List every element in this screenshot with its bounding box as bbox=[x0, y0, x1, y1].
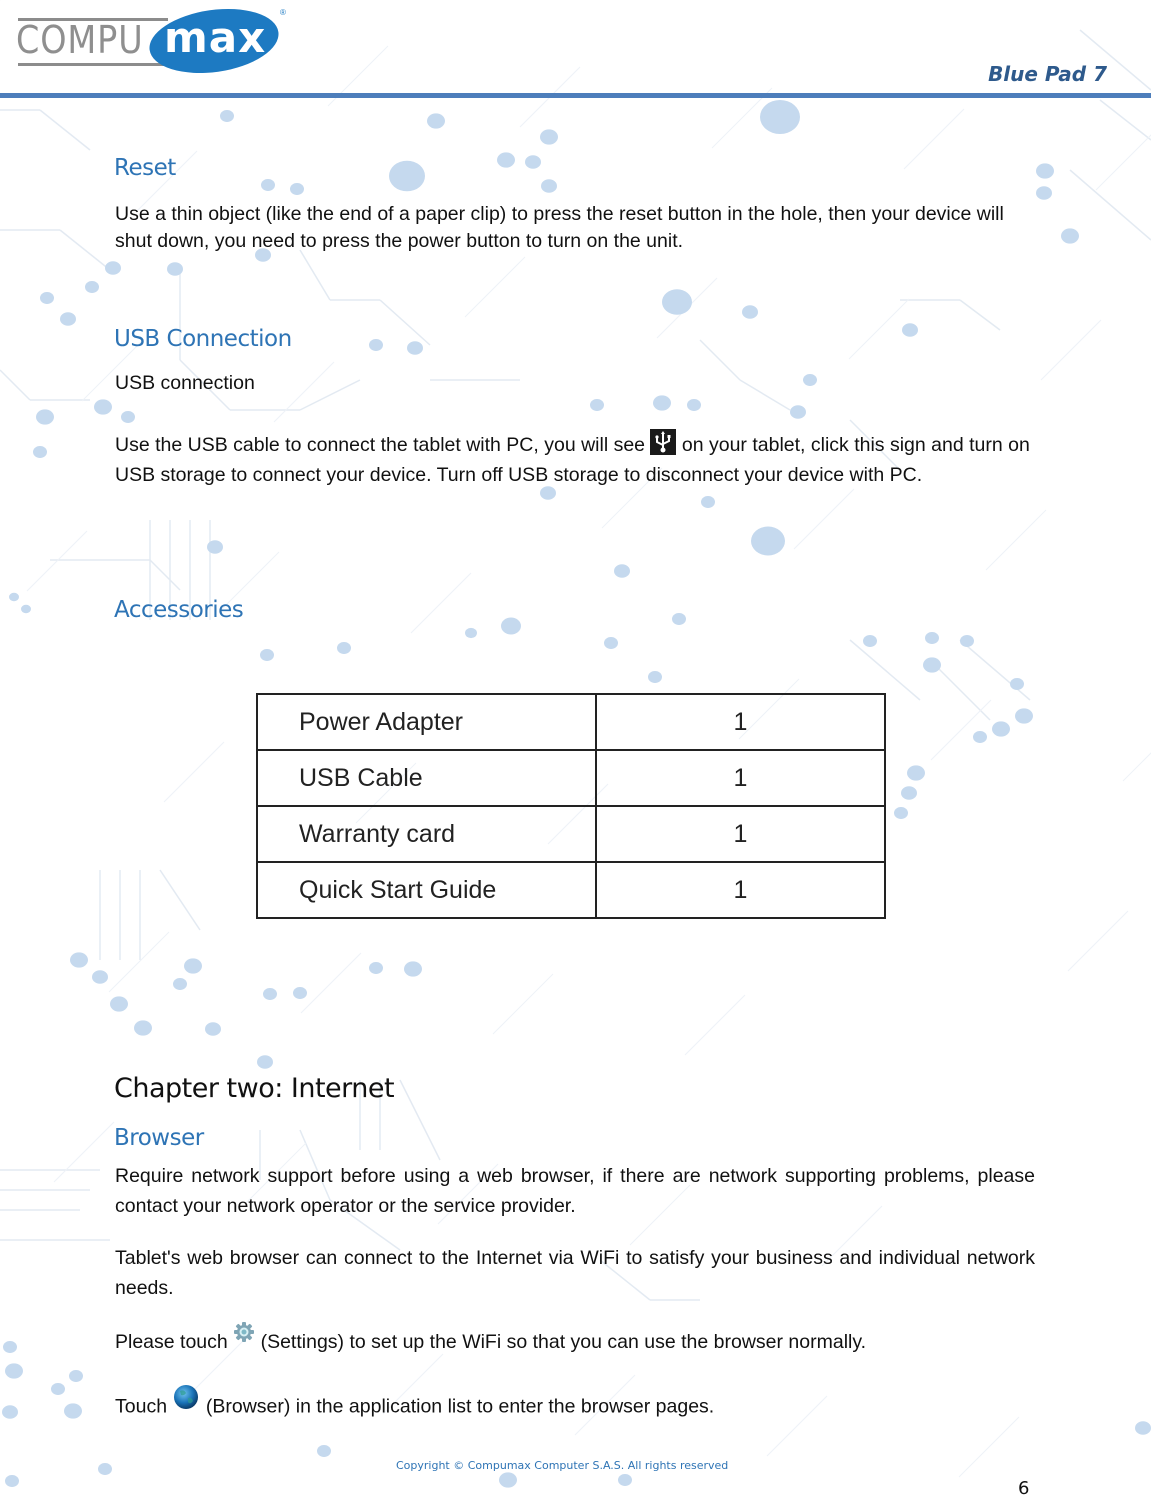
logo-text-compu: COMPU bbox=[16, 18, 144, 62]
usb-body-text-1: Use the USB cable to connect the tablet … bbox=[115, 434, 651, 456]
browser-globe-icon bbox=[172, 1383, 200, 1420]
accessory-qty: 1 bbox=[595, 693, 886, 751]
usb-connection-subheading: USB connection bbox=[115, 372, 255, 394]
header-rule bbox=[0, 93, 1151, 98]
table-row: Quick Start Guide 1 bbox=[256, 861, 886, 919]
accessories-table: Power Adapter 1 USB Cable 1 Warranty car… bbox=[256, 693, 886, 919]
usb-connection-body: Use the USB cable to connect the tablet … bbox=[115, 428, 1035, 490]
accessory-name: USB Cable bbox=[256, 749, 597, 807]
browser-text-1: Touch bbox=[115, 1395, 173, 1418]
accessory-qty: 1 bbox=[595, 749, 886, 807]
browser-para-1: Require network support before using a w… bbox=[115, 1165, 1035, 1217]
reset-heading: Reset bbox=[114, 155, 176, 181]
browser-text-2: (Browser) in the application list to ent… bbox=[200, 1395, 715, 1418]
accessory-name: Warranty card bbox=[256, 805, 597, 863]
settings-gear-icon bbox=[233, 1321, 255, 1352]
logo-registered-mark: ® bbox=[280, 8, 286, 17]
compumax-logo: COMPU max ® bbox=[14, 1, 286, 81]
document-title: Blue Pad 7 bbox=[988, 62, 1107, 86]
accessory-name: Quick Start Guide bbox=[256, 861, 597, 919]
browser-para-2: Tablet's web browser can connect to the … bbox=[115, 1247, 1035, 1299]
logo-text-max: max bbox=[164, 13, 267, 62]
usb-connection-heading: USB Connection bbox=[114, 326, 292, 352]
reset-body: Use a thin object (like the end of a pap… bbox=[115, 203, 1004, 252]
accessory-qty: 1 bbox=[595, 861, 886, 919]
copyright-footer: Copyright © Compumax Computer S.A.S. All… bbox=[396, 1459, 729, 1472]
accessory-name: Power Adapter bbox=[256, 693, 597, 751]
usb-icon bbox=[650, 428, 677, 455]
settings-text-1: Please touch bbox=[115, 1331, 234, 1353]
accessory-qty: 1 bbox=[595, 805, 886, 863]
table-row: Power Adapter 1 bbox=[256, 693, 886, 751]
logo-bar-bottom bbox=[18, 63, 168, 66]
chapter-two-heading: Chapter two: Internet bbox=[114, 1073, 395, 1104]
browser-para-4: Touch (Browser) in the application list … bbox=[115, 1385, 1035, 1426]
table-row: USB Cable 1 bbox=[256, 749, 886, 807]
accessories-heading: Accessories bbox=[114, 597, 244, 623]
table-row: Warranty card 1 bbox=[256, 805, 886, 863]
page-number: 6 bbox=[1018, 1478, 1030, 1499]
browser-para-3: Please touch (Settings) to set up the Wi… bbox=[115, 1322, 1035, 1358]
settings-text-2: (Settings) to set up the WiFi so that yo… bbox=[255, 1331, 867, 1353]
browser-heading: Browser bbox=[114, 1125, 204, 1151]
